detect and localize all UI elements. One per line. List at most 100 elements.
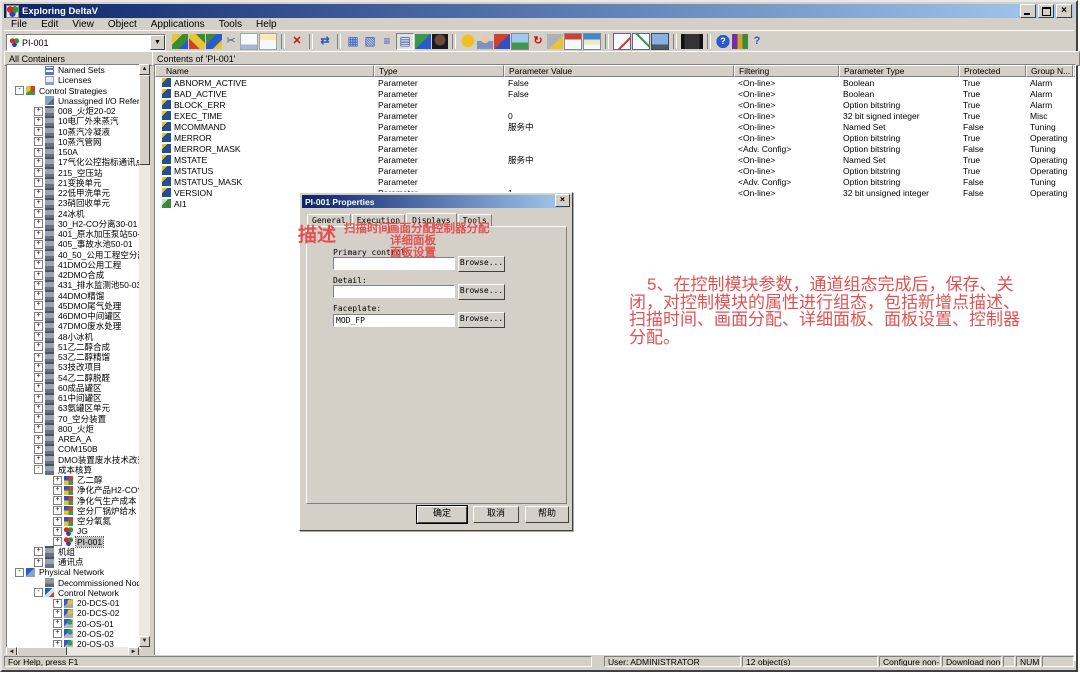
expand-icon[interactable]: + [34,291,43,300]
cut-icon[interactable]: ✂ [223,34,239,49]
expand-icon[interactable]: + [34,178,43,187]
history-chart-icon[interactable] [613,33,631,50]
browse-button[interactable]: Browse... [458,256,505,272]
expand-icon[interactable]: + [34,250,43,259]
expand-icon[interactable]: + [34,435,43,444]
expand-icon[interactable]: + [34,455,43,464]
tree-item[interactable]: +空分氧氮 [7,516,140,526]
expand-icon[interactable]: + [34,271,43,280]
expand-icon[interactable]: + [34,404,43,413]
tree-item[interactable]: +800_火炬 [7,424,140,434]
expand-icon[interactable]: + [34,281,43,290]
expand-icon[interactable]: + [34,137,43,146]
security-icon[interactable] [547,34,563,49]
table-row[interactable]: BAD_ACTIVEParameterFalse<On-line>Boolean… [155,88,1075,99]
operator-icon[interactable] [477,34,493,49]
menu-help[interactable]: Help [249,19,284,30]
menu-applications[interactable]: Applications [144,19,212,30]
expand-icon[interactable]: + [34,240,43,249]
collapse-icon[interactable]: - [34,465,43,474]
expand-icon[interactable]: + [34,127,43,136]
column-header-parameter-value[interactable]: Parameter Value [504,65,734,77]
expand-icon[interactable]: + [34,373,43,382]
menu-edit[interactable]: Edit [34,19,65,30]
expand-icon[interactable]: + [34,209,43,218]
menu-file[interactable]: File [4,19,34,30]
table-row[interactable]: MERRORParameter<On-line>Option bitstring… [155,132,1075,143]
expand-icon[interactable]: + [34,107,43,116]
table-row[interactable]: MCOMMANDParameter服务中<On-line>Named SetFa… [155,121,1075,132]
tree-item[interactable]: +20-DCS-01 [7,598,140,608]
expand-icon[interactable]: + [53,486,62,495]
menu-view[interactable]: View [65,19,101,30]
expand-icon[interactable]: + [34,148,43,157]
table-row[interactable]: AI1 [155,198,1075,209]
tree-item[interactable]: +JG [7,526,140,536]
undo-icon[interactable]: ⇄ [317,34,333,49]
scroll-up-button[interactable]: ▲ [139,64,150,75]
expand-icon[interactable]: + [53,609,62,618]
expand-icon[interactable]: + [34,547,43,556]
small-icons-view-icon[interactable]: ▧ [362,34,378,49]
help-icon[interactable]: ? [715,34,731,49]
expand-icon[interactable]: + [34,363,43,372]
vscroll-thumb[interactable] [139,75,150,165]
title-bar[interactable]: Exploring DeltaV [4,4,1074,18]
expand-icon[interactable]: + [34,312,43,321]
expand-icon[interactable]: + [34,383,43,392]
film-icon[interactable] [681,34,703,49]
column-header-name[interactable]: Name [155,65,374,77]
table-row[interactable]: EXEC_TIMEParameter0<On-line>32 bit signe… [155,110,1075,121]
column-header-protected[interactable]: Protected [959,65,1026,77]
expand-icon[interactable]: + [34,424,43,433]
field-input-detail-[interactable] [333,285,455,298]
table-row[interactable]: ABNORM_ACTIVEParameterFalse<On-line>Bool… [155,77,1075,88]
table-row[interactable]: MSTATEParameter服务中<On-line>Named SetTrue… [155,154,1075,165]
expand-icon[interactable]: + [34,394,43,403]
column-header-parameter-type[interactable]: Parameter Type [839,65,959,77]
field-input-faceplate-[interactable]: MOD_FP [333,314,455,327]
collapse-icon[interactable]: - [15,86,24,95]
list-view-icon[interactable]: ≡ [379,34,395,49]
expand-icon[interactable]: + [34,199,43,208]
expand-icon[interactable]: + [34,414,43,423]
explorer-network-icon[interactable] [206,34,222,49]
up-level-icon[interactable] [415,34,431,49]
large-icons-view-icon[interactable]: ▦ [345,34,361,49]
tree-item[interactable]: +20-OS-01 [7,619,140,629]
tree-item[interactable]: Licenses [7,75,140,85]
expand-icon[interactable]: + [53,619,62,628]
tree-item[interactable]: +空分厂锅炉给水 [7,506,140,516]
dialog-title-bar[interactable]: PI-001 Properties [302,195,570,208]
expand-icon[interactable]: + [34,342,43,351]
expand-icon[interactable]: + [53,506,62,515]
column-header-group-n-[interactable]: Group N... [1026,65,1073,77]
eraser-icon[interactable] [494,34,510,49]
expand-icon[interactable]: + [53,629,62,638]
refresh-icon[interactable]: ↻ [530,34,546,49]
browse-button[interactable]: Browse... [458,284,505,300]
table-row[interactable]: MSTATUSParameter<On-line>Option bitstrin… [155,165,1075,176]
table-colored-icon[interactable] [583,33,601,50]
expand-icon[interactable]: + [34,117,43,126]
expand-icon[interactable]: + [34,558,43,567]
tree-vscrollbar[interactable]: ▲ ▼ [139,64,150,647]
collapse-icon[interactable]: - [15,568,24,577]
column-header-filtering[interactable]: Filtering [734,65,839,77]
paste-icon[interactable] [259,33,277,50]
tree-item[interactable]: Named Sets [7,65,140,75]
tree-item[interactable]: -成本核算 [7,465,140,475]
module-combobox[interactable]: PI-001 ▼ [6,34,166,51]
tree-item[interactable]: -Physical Network [7,567,140,577]
browse-button[interactable]: Browse... [458,312,505,328]
menu-tools[interactable]: Tools [212,19,249,30]
combo-dropdown-button[interactable]: ▼ [150,35,165,50]
minimize-button[interactable] [1020,4,1036,18]
copy-icon[interactable] [240,33,258,50]
expand-icon[interactable]: + [53,537,62,546]
tree-item[interactable]: +20-DCS-02 [7,608,140,618]
column-header-type[interactable]: Type [374,65,504,77]
expand-icon[interactable]: + [53,599,62,608]
menu-object[interactable]: Object [101,19,144,30]
expand-icon[interactable]: + [34,332,43,341]
